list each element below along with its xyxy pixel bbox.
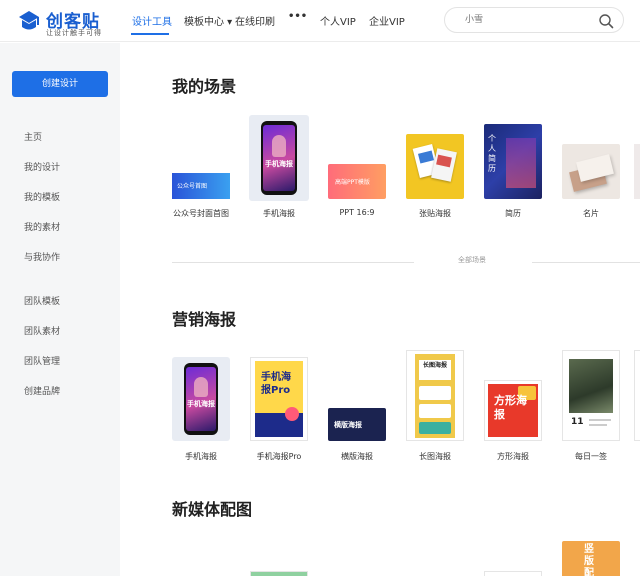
sidebar-item-team-templates[interactable]: 团队模板 [24,294,60,307]
marketing-card-long-poster[interactable]: 长图海报 [406,350,464,441]
daily-sign-thumb-text: 11 [571,417,584,427]
nav-personal-vip[interactable]: 个人VIP [320,13,356,28]
scene-label-phone-poster: 手机海报 [263,209,295,218]
app-page: 创客贴 让设计触手可得 设计工具 模板中心 ▾ 在线印刷 ••• 个人VIP 企… [0,0,640,576]
daily-sign-thumbnail: 11 [567,355,615,437]
nav-design-tools[interactable]: 设计工具 [132,13,172,28]
resume-thumbnail: 个人简历 [484,124,542,199]
ppt-thumb-text: 高端PPT模版 [335,179,370,186]
main-content: 我的场景 公众号首图 公众号封面首图 手机海报 手机海报 高端PPT模版 PPT… [120,43,640,576]
sidebar: 创建设计 主页 我的设计 我的模板 我的素材 与我协作 团队模板 团队素材 团队… [0,43,120,576]
sidebar-item-team-management[interactable]: 团队管理 [24,354,60,367]
sidebar-item-create-brand[interactable]: 创建品牌 [24,384,60,397]
nav-enterprise-vip[interactable]: 企业VIP [369,13,405,28]
ppt-thumbnail: 高端PPT模版 [328,164,386,199]
divider-left [172,262,414,263]
brand-logo-icon [19,11,39,30]
marketing-card-square-poster[interactable]: 方形海报 [484,380,542,441]
new-media-card-2[interactable] [484,571,542,576]
marketing-card-partial[interactable] [634,350,640,441]
sidebar-item-my-templates[interactable]: 我的模板 [24,190,60,203]
resume-thumb-text: 个人简历 [488,134,496,173]
new-media-vertical-thumb-text: 竖版配图 [584,544,594,576]
scene-card-wechat-cover[interactable]: 公众号首图 [172,173,230,199]
marketing-card-phone-poster[interactable]: 手机海报 [172,357,230,441]
sidebar-item-collaboration[interactable]: 与我协作 [24,250,60,263]
sidebar-item-my-assets[interactable]: 我的素材 [24,220,60,233]
long-poster-thumb-text: 长图海报 [423,362,448,369]
scene-label-business-card: 名片 [583,209,599,218]
scene-label-wechat-cover: 公众号封面首图 [173,209,229,218]
top-bar: 创客贴 让设计触手可得 设计工具 模板中心 ▾ 在线印刷 ••• 个人VIP 企… [0,0,640,42]
square-poster-thumbnail: 方形海报 [488,384,538,437]
marketing-card-daily-sign[interactable]: 11 [562,350,620,441]
sidebar-item-my-designs[interactable]: 我的设计 [24,160,60,173]
phone-poster-pro-thumbnail: 手机海报Pro [255,361,303,437]
scene-card-phone-poster[interactable]: 手机海报 [249,115,309,201]
nav-online-print[interactable]: 在线印刷 [235,13,275,28]
scene-card-business-card[interactable] [562,144,620,199]
create-design-button[interactable]: 创建设计 [12,71,108,97]
search-input[interactable] [465,12,595,28]
scene-card-ppt[interactable]: 高端PPT模版 [328,164,386,199]
nav-template-center[interactable]: 模板中心 ▾ [184,13,232,28]
sidebar-item-team-assets[interactable]: 团队素材 [24,324,60,337]
search-icon[interactable] [598,13,614,29]
scene-label-ppt: PPT 16:9 [339,208,375,217]
brand-slogan: 让设计触手可得 [46,29,102,37]
landscape-poster-thumb-text: 横版海报 [334,421,362,429]
scene-label-resume: 简历 [505,209,521,218]
marketing-label-landscape-poster: 横版海报 [341,452,373,461]
nav-more-button[interactable]: ••• [288,11,307,22]
phone-poster-thumb-text: 手机海报 [265,160,293,168]
marketing-label-daily-sign: 每日一签 [575,452,607,461]
divider-right [532,262,640,263]
long-poster-thumbnail: 长图海报 [415,354,455,438]
sidebar-item-home[interactable]: 主页 [24,130,42,143]
marketing-phone-poster-thumb-text: 手机海报 [187,400,215,408]
nav-active-indicator [131,33,169,35]
scene-card-partial[interactable] [634,144,640,199]
wall-poster-thumbnail [406,134,464,199]
marketing-card-phone-poster-pro[interactable]: 手机海报Pro [250,357,308,441]
phone-poster-pro-thumb-text: 手机海报Pro [261,372,291,396]
new-media-card-1[interactable] [250,571,308,576]
section-title-marketing: 营销海报 [172,310,237,329]
scene-label-wall-poster: 张贴海报 [419,209,451,218]
brand-logo[interactable]: 创客贴 让设计触手可得 [16,6,126,38]
new-media-card-vertical[interactable]: 竖版配图 [562,541,620,576]
marketing-label-long-poster: 长图海报 [419,452,451,461]
marketing-label-square-poster: 方形海报 [497,452,529,461]
section-title-new-media: 新媒体配图 [172,500,253,519]
marketing-label-phone-poster: 手机海报 [185,452,217,461]
wechat-cover-thumbnail: 公众号首图 [172,173,230,199]
wechat-cover-thumb-text: 公众号首图 [177,183,208,190]
square-poster-thumb-text: 方形海报 [494,394,527,421]
section-title-my-scenes: 我的场景 [172,77,237,96]
phone-poster-thumbnail: 手机海报 [261,121,297,195]
landscape-poster-thumbnail: 横版海报 [328,408,386,441]
business-card-thumbnail [562,144,620,199]
all-scenes-link[interactable]: 全部场景 [458,255,486,265]
marketing-card-landscape-poster[interactable]: 横版海报 [328,408,386,441]
marketing-label-phone-poster-pro: 手机海报Pro [256,452,302,461]
scene-card-wall-poster[interactable] [406,134,464,199]
marketing-phone-poster-thumbnail: 手机海报 [184,363,218,435]
search-box [444,7,624,33]
scene-card-resume[interactable]: 个人简历 [484,124,542,199]
